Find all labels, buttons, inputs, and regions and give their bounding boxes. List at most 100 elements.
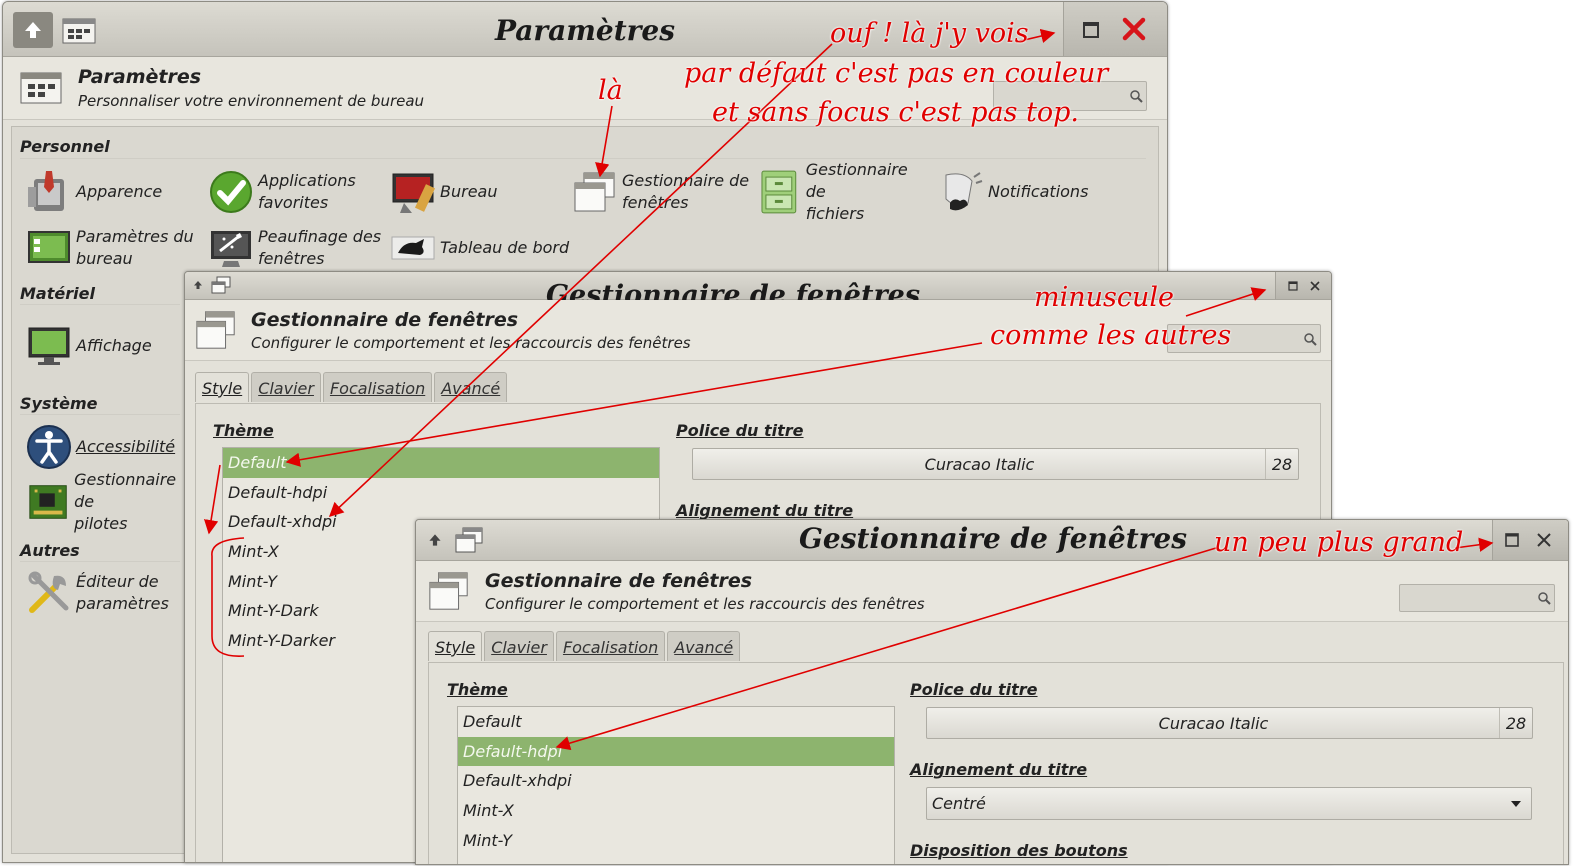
window-manager-icon — [574, 172, 615, 212]
wm-small-header-title: Gestionnaire de fenêtres — [251, 309, 519, 331]
wm-small-header-subtitle: Configurer le comportement et les raccou… — [251, 334, 691, 352]
item-peaufinage-fenetres[interactable]: Peaufinage des fenêtres — [208, 223, 384, 273]
annotation-text: ouf ! là j'y vois — [830, 18, 1029, 49]
item-gestionnaire-pilotes[interactable]: Gestionnaire de pilotes — [26, 470, 196, 533]
title-font-button[interactable]: Curacao Italic 28 — [926, 707, 1533, 739]
item-bureau[interactable]: Bureau — [390, 167, 566, 217]
close-icon[interactable] — [1534, 530, 1554, 550]
item-editeur-parametres[interactable]: Éditeur de paramètres — [26, 568, 186, 618]
category-divider — [20, 561, 180, 562]
window-manager-icon — [426, 569, 472, 617]
title-font-button[interactable]: Curacao Italic 28 — [692, 448, 1299, 480]
dropdown-value: Centré — [932, 794, 986, 813]
annotation-text: par défaut c'est pas en couleur — [684, 58, 1109, 89]
wm-large-style-page: Thème Default Default-hdpi Default-xhdpi… — [428, 662, 1564, 864]
theme-row[interactable]: Default-hdpi — [458, 736, 894, 767]
item-tableau-bord[interactable]: Tableau de bord — [390, 223, 590, 273]
settings-header-icon — [19, 67, 63, 111]
theme-list[interactable]: Default Default-hdpi Default-xhdpi Mint-… — [457, 706, 895, 864]
category-divider — [20, 414, 180, 415]
wm-large-header-subtitle: Configurer le comportement et les raccou… — [485, 595, 925, 613]
wm-large-header: Gestionnaire de fenêtres Configurer le c… — [416, 561, 1568, 622]
category-systeme: Système — [20, 394, 98, 413]
maximize-icon[interactable] — [1077, 16, 1105, 44]
theme-row[interactable]: Mint-Y — [458, 826, 894, 856]
item-label: Tableau de bord — [440, 238, 570, 257]
tab-clavier[interactable]: Clavier — [484, 631, 554, 661]
item-gestionnaire-fichiers[interactable]: Gestionnaire de fichiers — [756, 160, 932, 223]
item-notifications[interactable]: Notifications — [938, 167, 1114, 217]
item-gestionnaire-fenetres[interactable]: Gestionnaire de fenêtres — [572, 167, 752, 217]
display-icon — [28, 327, 70, 365]
close-icon[interactable] — [1119, 14, 1149, 44]
desktop-icon — [392, 173, 436, 213]
font-size: 28 — [1265, 449, 1298, 479]
annotation-text: et sans focus c'est pas top. — [712, 97, 1079, 128]
desktop-settings-icon — [28, 231, 70, 263]
window-manager-icon — [193, 308, 239, 356]
wm-large-tabs: Style Clavier Focalisation Avancé — [428, 631, 741, 661]
theme-row[interactable]: Default-hdpi — [223, 478, 659, 508]
font-name: Curacao Italic — [1158, 713, 1269, 733]
item-apparence[interactable]: Apparence — [26, 167, 202, 217]
driver-icon — [29, 485, 67, 519]
category-divider — [20, 304, 180, 305]
theme-row[interactable]: Default — [458, 707, 894, 737]
close-icon[interactable] — [1307, 278, 1323, 294]
item-label: Paramètres du bureau — [76, 227, 194, 268]
tab-style[interactable]: Style — [428, 631, 483, 661]
item-affichage[interactable]: Affichage — [26, 321, 186, 371]
item-label: Gestionnaire de fichiers — [805, 160, 908, 223]
maximize-icon[interactable] — [1285, 278, 1301, 294]
item-applications-favorites[interactable]: Applications favorites — [208, 167, 384, 217]
annotation-text: comme les autres — [990, 320, 1232, 351]
annotation-text: un peu plus grand — [1214, 527, 1464, 558]
wm-large-search-input[interactable] — [1399, 584, 1555, 612]
window-manager-window-large: Gestionnaire de fenêtres Gestionnaire de… — [415, 519, 1569, 865]
item-label: Applications favorites — [258, 171, 356, 212]
tab-focalisation[interactable]: Focalisation — [555, 631, 666, 661]
theme-label: Thème — [213, 421, 274, 440]
button-layout-label: Disposition des boutons — [910, 841, 1128, 860]
item-label: Bureau — [440, 182, 498, 201]
theme-label: Thème — [447, 680, 508, 699]
item-parametres-bureau[interactable]: Paramètres du bureau — [26, 223, 202, 273]
window-tweaks-icon — [211, 231, 251, 267]
checkmark-icon — [210, 171, 252, 213]
item-label: Éditeur de paramètres — [76, 572, 169, 613]
font-name: Curacao Italic — [924, 454, 1035, 474]
search-icon — [1304, 332, 1317, 346]
item-label: Gestionnaire de fenêtres — [622, 171, 750, 212]
item-accessibilite[interactable]: Accessibilité — [26, 422, 186, 472]
chevron-down-icon — [1511, 800, 1521, 807]
panel-icon — [391, 236, 435, 260]
maximize-icon[interactable] — [1502, 530, 1522, 550]
tab-focalisation[interactable]: Focalisation — [322, 372, 433, 402]
accessibility-icon — [27, 425, 71, 469]
theme-row[interactable]: Mint-X — [458, 796, 894, 826]
tab-style[interactable]: Style — [195, 372, 250, 402]
tab-avance[interactable]: Avancé — [667, 631, 741, 661]
title-alignment-dropdown[interactable]: Centré — [926, 787, 1532, 820]
item-label: Affichage — [76, 336, 152, 355]
category-autres: Autres — [20, 541, 80, 560]
tab-avance[interactable]: Avancé — [434, 372, 508, 402]
item-label: Accessibilité — [76, 437, 176, 456]
title-alignment-label: Alignement du titre — [676, 501, 854, 520]
file-manager-icon — [761, 170, 797, 214]
title-font-label: Police du titre — [676, 421, 804, 440]
settings-header-title: Paramètres — [78, 66, 202, 88]
theme-row[interactable]: Default-xhdpi — [458, 766, 894, 796]
wm-small-tabs: Style Clavier Focalisation Avancé — [195, 372, 508, 402]
settings-header-subtitle: Personnaliser votre environnement de bur… — [78, 92, 425, 110]
item-label: Apparence — [76, 182, 163, 201]
search-icon — [1538, 592, 1551, 605]
item-label: Gestionnaire de pilotes — [74, 470, 177, 533]
wm-large-header-title: Gestionnaire de fenêtres — [485, 570, 753, 592]
item-label: Notifications — [988, 182, 1089, 201]
tab-clavier[interactable]: Clavier — [251, 372, 321, 402]
font-size: 28 — [1499, 708, 1532, 738]
search-icon — [1130, 90, 1143, 103]
annotation-text: minuscule — [1034, 282, 1174, 313]
theme-row[interactable]: Default — [223, 448, 659, 478]
